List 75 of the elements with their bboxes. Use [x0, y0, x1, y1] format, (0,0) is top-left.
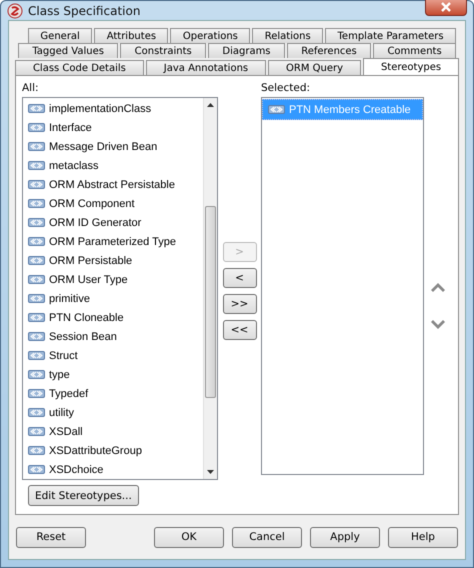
stereotype-icon — [28, 256, 45, 265]
close-button[interactable] — [425, 0, 467, 16]
tab[interactable]: ORM Query — [268, 60, 361, 75]
list-item[interactable]: ORM ID Generator — [23, 213, 203, 232]
edit-stereotypes-button[interactable]: Edit Stereotypes... — [28, 485, 139, 506]
move-button[interactable]: >> — [222, 294, 256, 314]
list-item[interactable]: PTN Cloneable — [23, 308, 203, 327]
scroll-down-icon[interactable] — [207, 470, 214, 474]
tab[interactable]: Template Parameters — [325, 28, 456, 43]
move-down-icon[interactable] — [431, 320, 445, 329]
list-item[interactable]: Struct — [23, 346, 203, 365]
selected-label: Selected: — [261, 82, 310, 96]
stereotype-icon — [28, 408, 45, 417]
move-up-icon[interactable] — [431, 283, 445, 292]
tab[interactable]: Tagged Values — [18, 43, 118, 58]
close-icon — [440, 2, 452, 12]
list-item[interactable]: ORM Component — [23, 194, 203, 213]
tab[interactable]: Constraints — [120, 43, 206, 58]
stereotype-icon — [28, 389, 45, 398]
stereotype-icon — [28, 313, 45, 322]
dialog-button[interactable]: Apply — [310, 526, 380, 548]
list-item[interactable]: Session Bean — [23, 327, 203, 346]
dialog-button[interactable]: Cancel — [232, 526, 302, 548]
list-item[interactable]: utility — [23, 403, 203, 422]
tab[interactable]: Java Annotations — [146, 60, 266, 75]
all-label: All: — [22, 82, 39, 96]
scroll-up-icon[interactable] — [207, 103, 214, 107]
list-item[interactable]: Message Driven Bean — [23, 137, 203, 156]
stereotype-icon — [268, 105, 285, 114]
dialog-button[interactable]: Help — [388, 526, 458, 548]
reset-button[interactable]: Reset — [16, 526, 86, 548]
stereotype-icon — [28, 199, 45, 208]
stereotype-icon — [28, 161, 45, 170]
list-item[interactable]: XSDall — [23, 422, 203, 441]
move-button[interactable]: << — [222, 320, 256, 340]
stereotype-icon — [28, 237, 45, 246]
tab[interactable]: Class Code Details — [15, 60, 144, 75]
stereotype-icon — [28, 351, 45, 360]
tab[interactable]: Relations — [252, 28, 324, 43]
scrollbar-thumb[interactable] — [205, 206, 216, 398]
list-item[interactable]: XSDattributeGroup — [23, 441, 203, 460]
stereotype-icon — [28, 427, 45, 436]
stereotype-icon — [28, 332, 45, 341]
tab[interactable]: Attributes — [94, 28, 168, 43]
stereotype-icon — [28, 180, 45, 189]
stereotype-icon — [28, 142, 45, 151]
stereotype-icon — [28, 370, 45, 379]
stereotype-icon — [28, 446, 45, 455]
dialog-button[interactable]: OK — [154, 526, 224, 548]
tab[interactable]: Comments — [373, 43, 456, 58]
tab[interactable]: References — [286, 43, 372, 58]
tab[interactable]: Diagrams — [208, 43, 285, 58]
tab[interactable]: Operations — [170, 28, 250, 43]
tab[interactable]: General — [28, 28, 92, 43]
list-item[interactable]: metaclass — [23, 156, 203, 175]
list-item[interactable]: Interface — [23, 118, 203, 137]
stereotype-icon — [28, 275, 45, 284]
stereotype-icon — [28, 123, 45, 132]
app-logo-icon — [7, 2, 23, 18]
window-title: Class Specification — [28, 4, 140, 18]
list-item[interactable]: ORM User Type — [23, 270, 203, 289]
stereotype-icon — [28, 465, 45, 474]
stereotype-icon — [28, 218, 45, 227]
stereotype-icon — [28, 104, 45, 113]
list-item[interactable]: implementationClass — [23, 99, 203, 118]
list-item[interactable]: ORM Parameterized Type — [23, 232, 203, 251]
move-button[interactable]: < — [222, 268, 256, 288]
list-item[interactable]: primitive — [23, 289, 203, 308]
list-item[interactable]: ORM Persistable — [23, 251, 203, 270]
list-item[interactable]: XSDchoice — [23, 460, 203, 479]
tab[interactable]: Stereotypes — [363, 58, 460, 75]
stereotype-icon — [28, 294, 45, 303]
list-item[interactable]: Typedef — [23, 384, 203, 403]
list-item[interactable]: ORM Abstract Persistable — [23, 175, 203, 194]
list-item[interactable]: type — [23, 365, 203, 384]
